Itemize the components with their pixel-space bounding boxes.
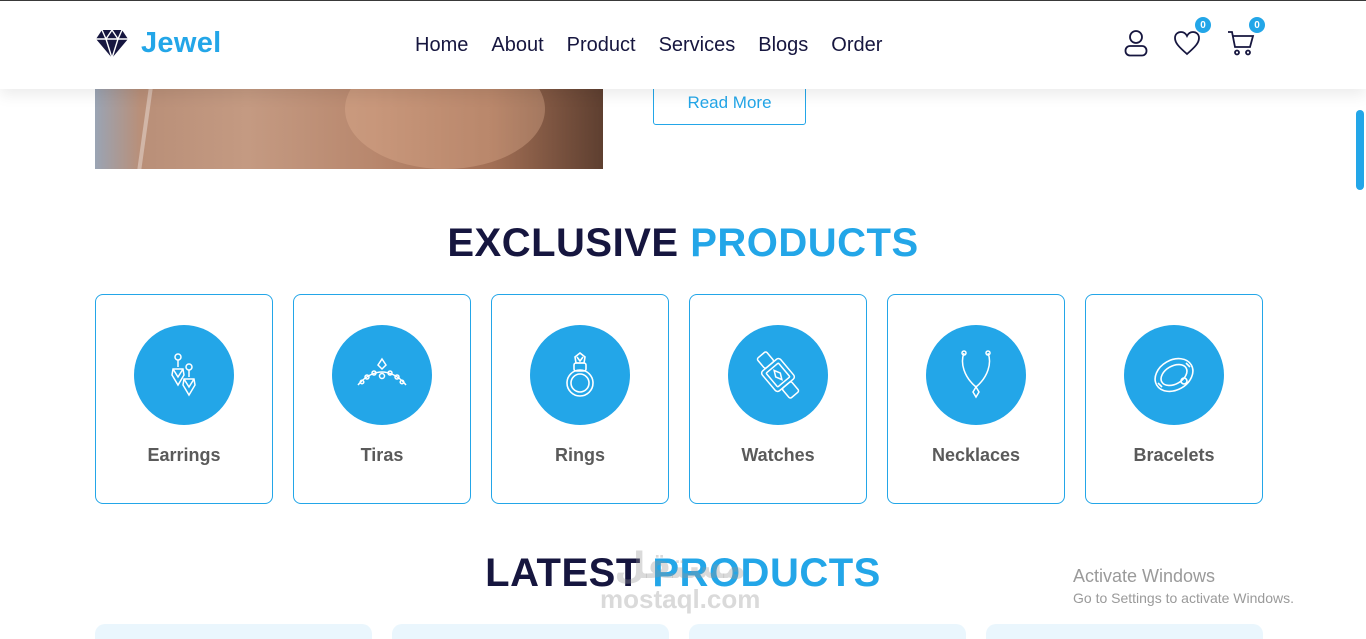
category-label: Rings — [554, 445, 605, 465]
product-card[interactable] — [689, 624, 966, 639]
category-label: Bracelets — [1133, 445, 1215, 465]
category-icon-circle — [926, 325, 1026, 425]
watermark-latin: mostaql.com — [600, 584, 761, 614]
necklace-icon — [961, 350, 991, 399]
nav-home[interactable]: Home — [415, 34, 468, 57]
category-label: Watches — [741, 445, 815, 465]
brand-logo[interactable]: Jewel — [95, 27, 222, 60]
site-header: Jewel Home About Product Services Blogs … — [0, 1, 1366, 89]
activation-subtitle: Go to Settings to activate Windows. — [1073, 590, 1294, 606]
category-card-tiras[interactable]: Tiras — [293, 294, 471, 504]
diamond-icon — [96, 28, 128, 60]
category-card-necklaces[interactable]: Necklaces — [887, 294, 1065, 504]
tiara-icon — [357, 357, 407, 386]
category-icon-circle — [728, 325, 828, 425]
scrollbar-thumb[interactable] — [1356, 110, 1364, 190]
category-card-bracelets[interactable]: Bracelets — [1085, 294, 1263, 504]
nav-blogs[interactable]: Blogs — [758, 34, 808, 57]
watermark-arabic: مستقل — [614, 545, 747, 586]
nav-services[interactable]: Services — [659, 34, 736, 57]
product-card[interactable] — [95, 624, 372, 639]
category-card-watches[interactable]: Watches — [689, 294, 867, 504]
ring-icon — [566, 351, 594, 397]
cart-count-badge: 0 — [1249, 17, 1265, 33]
wishlist-button[interactable]: 0 — [1173, 17, 1211, 59]
mostaql-watermark: مستقل mostaql.com — [600, 545, 761, 614]
latest-product-cards — [95, 624, 1263, 639]
heart-icon — [1174, 31, 1200, 56]
nav-order[interactable]: Order — [831, 34, 882, 57]
category-card-rings[interactable]: Rings — [491, 294, 669, 504]
brand-name: Jewel — [141, 27, 222, 59]
category-label: Tiras — [360, 445, 404, 465]
category-label: Earrings — [147, 445, 221, 465]
category-icon-circle — [134, 325, 234, 425]
category-label: Necklaces — [931, 445, 1021, 465]
windows-activation-notice: Activate Windows Go to Settings to activ… — [1073, 566, 1294, 606]
watch-icon — [756, 351, 800, 399]
category-cards: Earrings Tiras Rings Watches Necklaces B… — [95, 294, 1263, 504]
exclusive-products-title: EXCLUSIVE PRODUCTS — [0, 221, 1366, 266]
nav-product[interactable]: Product — [567, 34, 636, 57]
category-icon-circle — [1124, 325, 1224, 425]
category-icon-circle — [332, 325, 432, 425]
title-blue-part: PRODUCTS — [690, 221, 919, 265]
wishlist-count-badge: 0 — [1195, 17, 1211, 33]
user-icon — [1124, 30, 1148, 57]
category-card-earrings[interactable]: Earrings — [95, 294, 273, 504]
cart-button[interactable]: 0 — [1227, 17, 1265, 59]
bracelet-icon — [1154, 357, 1194, 393]
activation-title: Activate Windows — [1073, 566, 1216, 586]
main-nav: Home About Product Services Blogs Order — [415, 34, 882, 57]
account-button[interactable] — [1122, 29, 1152, 59]
hero-image — [95, 89, 603, 169]
product-card[interactable] — [986, 624, 1263, 639]
title-dark-part: EXCLUSIVE — [447, 221, 679, 265]
product-card[interactable] — [392, 624, 669, 639]
cart-icon — [1228, 31, 1255, 56]
earring-icon — [171, 353, 196, 397]
nav-about[interactable]: About — [491, 34, 543, 57]
category-icon-circle — [530, 325, 630, 425]
